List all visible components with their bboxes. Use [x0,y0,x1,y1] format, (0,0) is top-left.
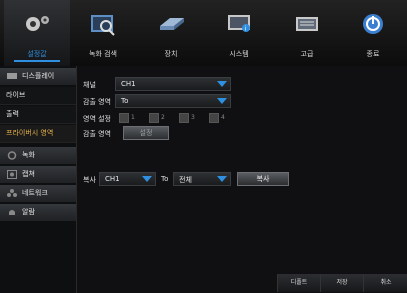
setting-button[interactable]: 설정 [123,126,169,140]
dvr-setup-screen: 설정값 녹화 검색 장치 i 시스템 고급 종료 디스플레이 라이브 출력 프라… [0,0,407,293]
chevron-down-icon [142,176,152,182]
copy-from-value: CH1 [105,175,120,183]
mask-area-setting-row: 감출 영역 설정 [77,126,407,140]
area-setting-row: 영역 설정 1 2 3 4 [77,111,407,125]
copy-to-label: To [161,175,169,183]
mask-area-row: 감출 영역 To [77,94,407,108]
chevron-down-icon [217,176,227,182]
tab-label: 녹화 검색 [89,50,117,58]
area-checkbox-label: 4 [221,114,225,121]
area-checkbox-2[interactable] [149,113,159,123]
sidebar-item-live[interactable]: 라이브 [0,87,76,105]
channel-select[interactable]: CH1 [115,77,231,91]
cancel-button[interactable]: 취소 [363,274,407,292]
hard-drive-icon [160,18,184,30]
power-icon [363,14,383,34]
record-gear-icon [7,151,17,160]
monitor-icon: i [228,15,250,33]
chevron-down-icon [217,81,227,87]
channel-row: 채널 CH1 [77,77,407,91]
save-button[interactable]: 저장 [320,274,363,292]
area-checkbox-1[interactable] [119,113,129,123]
area-checkbox-label: 2 [161,114,165,121]
tab-label: 장치 [164,50,178,58]
network-icon [7,189,17,197]
tab-system[interactable]: i 시스템 [206,0,272,66]
sidebar-item-output[interactable]: 출력 [0,106,76,124]
tab-label: 종료 [366,50,380,58]
tab-exit[interactable]: 종료 [340,0,406,66]
mask-area-value: To [121,97,129,105]
copy-from-select[interactable]: CH1 [99,172,156,186]
area-checkbox-3[interactable] [179,113,189,123]
sidebar: 디스플레이 라이브 출력 프라이버시 영역 녹화 캡쳐 네트워크 알람 [0,66,77,293]
advanced-panel-icon [296,17,318,31]
gear-icon [26,16,49,31]
tab-label: 설정값 [27,50,47,58]
area-checkbox-label: 1 [131,114,135,121]
area-setting-label: 영역 설정 [83,115,111,123]
copy-row: 복사 CH1 To 전체 복사 [77,172,407,186]
sidebar-item-label: 디스플레이 [22,72,55,80]
copy-label: 복사 [83,176,96,184]
sidebar-item-label: 네트워크 [22,189,48,197]
sidebar-item-label: 프라이버시 영역 [6,129,54,137]
mask-area-select[interactable]: To [115,94,231,108]
mask-area2-label: 감출 영역 [83,130,111,138]
active-underline [14,60,60,62]
default-button[interactable]: 디폴트 [277,274,320,292]
chevron-down-icon [217,98,227,104]
sidebar-item-alarm[interactable]: 알람 [0,204,76,221]
capture-icon [7,170,17,179]
display-icon [7,73,17,79]
privacy-zone-panel: 채널 CH1 감출 영역 To 영역 설정 1 2 3 4 감출 영역 설정 복… [77,66,407,293]
channel-value: CH1 [121,80,136,88]
mask-area-label: 감출 영역 [83,98,111,106]
area-checkbox-label: 3 [191,114,195,121]
tab-setup[interactable]: 설정값 [4,0,70,66]
sidebar-item-label: 캡쳐 [22,170,35,178]
copy-to-select[interactable]: 전체 [173,172,231,186]
sidebar-item-privacy-zone[interactable]: 프라이버시 영역 [0,125,76,143]
channel-label: 채널 [83,81,96,89]
sidebar-item-capture[interactable]: 캡쳐 [0,166,76,183]
sidebar-item-label: 녹화 [22,151,35,159]
sidebar-item-network[interactable]: 네트워크 [0,185,76,202]
tab-label: 고급 [300,50,314,58]
tab-advanced[interactable]: 고급 [274,0,340,66]
sidebar-item-display[interactable]: 디스플레이 [0,68,76,85]
tab-label: 시스템 [229,50,249,58]
sidebar-item-record[interactable]: 녹화 [0,147,76,164]
sidebar-item-label: 출력 [6,110,19,118]
sidebar-item-label: 알람 [22,208,35,216]
top-navigation: 설정값 녹화 검색 장치 i 시스템 고급 종료 [0,0,407,67]
sidebar-item-label: 라이브 [6,91,26,99]
tab-device[interactable]: 장치 [138,0,204,66]
copy-button[interactable]: 복사 [237,172,289,186]
area-checkbox-4[interactable] [209,113,219,123]
magnifier-icon [91,15,115,36]
alarm-icon [9,210,15,215]
tab-record-search[interactable]: 녹화 검색 [70,0,136,66]
copy-to-value: 전체 [179,176,192,184]
